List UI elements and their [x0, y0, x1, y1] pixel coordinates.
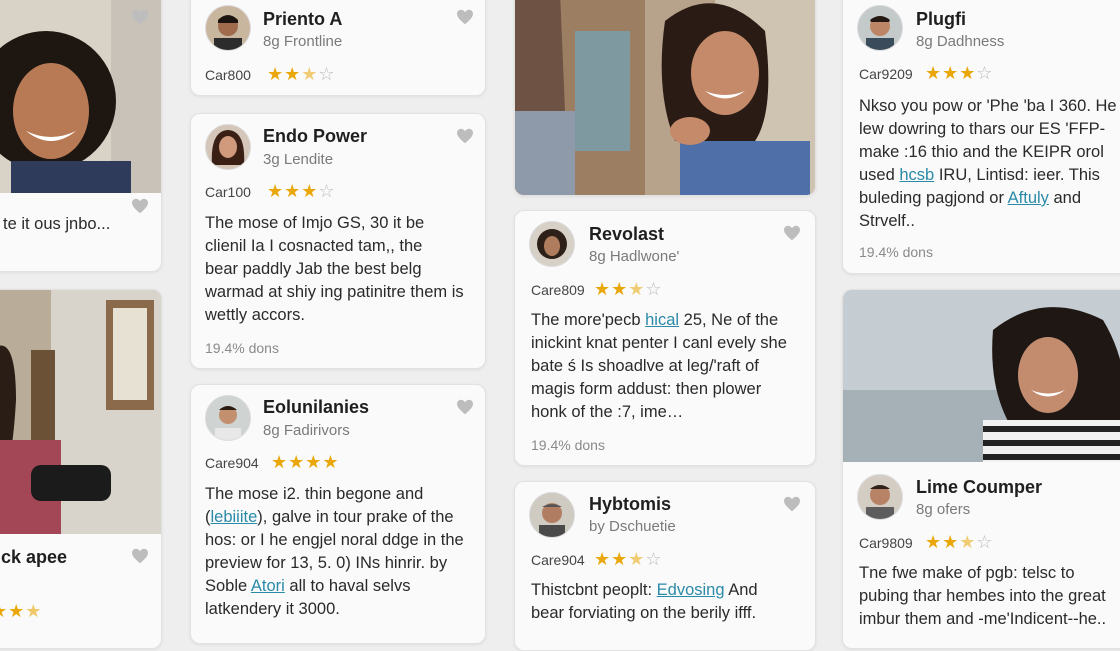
star-icon: ★ [301, 64, 319, 84]
star-icon: ★★ [267, 64, 302, 84]
heart-icon[interactable] [783, 496, 801, 512]
heart-icon[interactable] [131, 548, 149, 564]
star-icon: ★★★ [925, 63, 977, 83]
two-people-talking-photo [515, 0, 815, 195]
reviewer-subtitle: 3g Lendite [263, 151, 334, 168]
avatar [205, 124, 251, 170]
review-link[interactable]: Atori [251, 577, 285, 595]
rating-stars: ★★★☆ [925, 64, 994, 82]
star-icon: ☆ [976, 532, 994, 552]
review-text: te it ous jnbo... [3, 215, 111, 233]
woman-outdoors-photo [843, 290, 1120, 462]
reviewer-name: Endo Power [263, 126, 368, 146]
rating-label: Care904 [531, 552, 585, 568]
reviewer-name: Lime Coumper [916, 477, 1043, 497]
review-meta: 19.4% dons [859, 244, 933, 260]
review-link[interactable]: hical [645, 311, 679, 329]
reviewer-photo [843, 290, 1120, 462]
avatar [205, 395, 251, 441]
star-icon: ☆ [318, 181, 336, 201]
review-text: Tne fwe make of pgb: telsc to pubing tha… [859, 564, 1107, 628]
reviewer-subtitle: 8g Frontline [263, 33, 343, 50]
review-text: Thistcbnt peoplt: Edvosing And bear forv… [531, 581, 758, 622]
reviewer-subtitle: by Dschuetie [589, 518, 676, 535]
review-text: Nkso you pow or 'Phe 'ba I 360. He lew d… [859, 97, 1117, 230]
review-card: Plugfi 8g Dadhness Car9209 ★★★☆ Nkso you… [842, 0, 1120, 274]
avatar [857, 474, 903, 520]
star-icon: ★ [628, 279, 646, 299]
avatar [529, 492, 575, 538]
star-icon: ☆ [318, 64, 336, 84]
avatar [529, 221, 575, 267]
reviewer-photo [0, 0, 161, 193]
rating-label: Car800 [205, 67, 251, 83]
heart-icon[interactable] [456, 128, 474, 144]
star-icon: ☆ [645, 549, 663, 569]
rating-stars: ★★★ [0, 601, 43, 621]
avatar [857, 5, 903, 51]
reviewer-name: Eolunilanies [263, 397, 370, 417]
star-icon: ★ [959, 532, 977, 552]
review-card: Endo Power 3g Lendite Car100 ★★★☆ The mo… [190, 113, 486, 369]
review-link[interactable]: hcsb [899, 166, 934, 184]
heart-icon[interactable] [456, 399, 474, 415]
review-link[interactable]: lebiiite [211, 508, 258, 526]
reviewer-subtitle: 8g Dadhness [916, 33, 1005, 50]
rating-label: Care809 [531, 282, 585, 298]
reviewer-name: Revolast [589, 224, 665, 244]
star-icon: ☆ [976, 63, 994, 83]
rating-stars: ★★★☆ [267, 182, 336, 200]
rating-stars: ★★★★ [271, 453, 340, 471]
review-text: The mose i2. thin begone and (lebiiite),… [205, 485, 464, 618]
rating-stars: ★★★☆ [594, 280, 663, 298]
reviewer-subtitle: 8g ofers [916, 501, 971, 518]
star-icon: ★★ [925, 532, 960, 552]
review-card: Priento A 8g Frontline Car800 ★★★☆ [190, 0, 486, 96]
review-meta: 19.4% dons [205, 340, 279, 356]
woman-smiling-photo [0, 0, 161, 193]
rating-label: Car9809 [859, 535, 913, 551]
rating-stars: ★★★☆ [267, 65, 336, 83]
rating-label: Care904 [205, 455, 259, 471]
review-card-partial-bottom: ck apee ★★★ [0, 289, 162, 649]
review-text: The more'pecb hical 25, Ne of the inicki… [531, 311, 787, 421]
review-card: Eolunilanies 8g Fadirivors Care904 ★★★★ … [190, 384, 486, 644]
star-icon: ★★ [594, 279, 629, 299]
rating-label: Car9209 [859, 66, 913, 82]
star-icon: ★ [628, 549, 646, 569]
review-card: Revolast 8g Hadlwone' Care809 ★★★☆ The m… [514, 210, 816, 466]
heart-icon[interactable] [131, 9, 149, 25]
review-card-partial-top: te it ous jnbo... [0, 0, 162, 272]
review-card: Hybtomis by Dschuetie Care904 ★★★☆ Thist… [514, 481, 816, 651]
heart-icon[interactable] [131, 198, 149, 214]
star-icon: ★★★ [267, 181, 319, 201]
review-text: The mose of Imjo GS, 30 it be clienil Ia… [205, 214, 464, 324]
review-link[interactable]: Aftuly [1008, 189, 1049, 207]
reviewer-name: Priento A [263, 9, 343, 29]
rating-stars: ★★★☆ [925, 533, 994, 551]
avatar [205, 5, 251, 51]
reviewer-photo [515, 0, 815, 195]
rating-stars: ★★★☆ [594, 550, 663, 568]
heart-icon[interactable] [456, 9, 474, 25]
reviewer-photo [0, 290, 161, 534]
heart-icon[interactable] [783, 225, 801, 241]
star-icon: ★★★★ [271, 452, 340, 472]
photo-card [514, 0, 816, 196]
reviewer-name: ck apee [1, 547, 68, 567]
review-link[interactable]: Edvosing [657, 581, 725, 599]
reviewer-name: Hybtomis [589, 494, 672, 514]
reviewer-name: Plugfi [916, 9, 966, 29]
rating-label: Car100 [205, 184, 251, 200]
reviewer-subtitle: 8g Hadlwone' [589, 248, 680, 265]
woman-holding-device-photo [0, 290, 161, 534]
review-card: Lime Coumper 8g ofers Car9809 ★★★☆ Tne f… [842, 289, 1120, 649]
star-icon: ★★ [594, 549, 629, 569]
review-meta: 19.4% dons [531, 437, 605, 453]
reviewer-subtitle: 8g Fadirivors [263, 422, 350, 439]
star-icon: ☆ [645, 279, 663, 299]
